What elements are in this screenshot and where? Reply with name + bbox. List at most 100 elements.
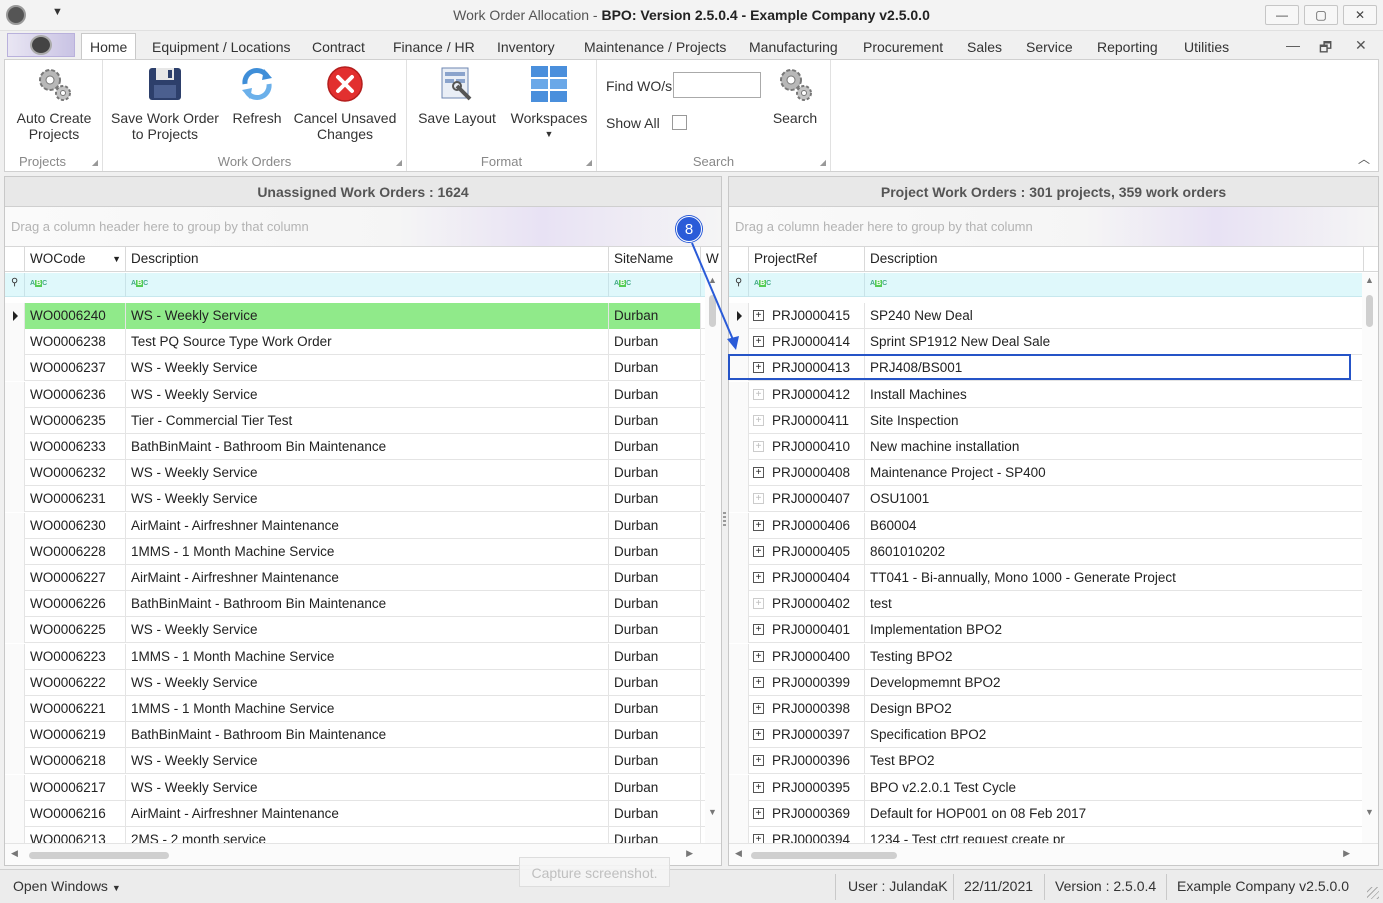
row-selector[interactable] <box>729 434 749 460</box>
expand-row-icon[interactable]: + <box>753 807 764 819</box>
table-row[interactable]: + PRJ0000397 Specification BPO2 <box>729 722 1378 749</box>
expand-row-icon[interactable]: + <box>753 624 764 636</box>
expand-row-icon[interactable]: + <box>753 729 764 741</box>
row-selector[interactable] <box>729 827 749 843</box>
expand-row-icon[interactable]: + <box>753 598 764 610</box>
table-row[interactable]: WO0006235 Tier - Commercial Tier Test Durb… <box>5 407 721 434</box>
scroll-left-arrow-icon[interactable]: ◀ <box>735 848 742 859</box>
maximize-button[interactable]: ▢ <box>1304 5 1338 25</box>
scroll-down-arrow-icon[interactable]: ▼ <box>708 807 717 817</box>
scroll-right-arrow-icon[interactable]: ▶ <box>1343 848 1350 859</box>
close-button[interactable]: ✕ <box>1343 5 1377 25</box>
expand-row-icon[interactable]: + <box>753 650 764 662</box>
table-row[interactable]: + PRJ0000400 Testing BPO2 <box>729 643 1378 670</box>
scroll-right-arrow-icon[interactable]: ▶ <box>686 848 693 859</box>
horizontal-scrollbar[interactable]: ◀ ▶ <box>729 843 1378 865</box>
table-row[interactable]: + PRJ0000412 Install Machines <box>729 381 1378 408</box>
row-selector[interactable] <box>729 591 749 618</box>
row-selector[interactable] <box>729 722 749 749</box>
table-row[interactable]: + PRJ0000406 B60004 <box>729 512 1378 539</box>
table-row[interactable]: + PRJ0000395 BPO v2.2.0.1 Test Cycle <box>729 774 1378 801</box>
expand-row-icon[interactable]: + <box>753 414 764 426</box>
table-row[interactable]: WO0006218 WS - Weekly Service Durban <box>5 748 721 775</box>
row-selector[interactable] <box>5 329 25 356</box>
expand-row-icon[interactable]: + <box>753 755 764 767</box>
column-header-projectref[interactable]: ProjectRef <box>749 247 865 272</box>
group-by-area[interactable]: Drag a column header here to group by th… <box>729 207 1378 247</box>
table-row[interactable]: + PRJ0000399 Developmemnt BPO2 <box>729 669 1378 696</box>
row-selector[interactable] <box>5 381 25 408</box>
table-row[interactable]: + PRJ0000411 Site Inspection <box>729 407 1378 434</box>
row-selector[interactable] <box>729 538 749 565</box>
vertical-scrollbar[interactable]: ▲ ▼ <box>705 273 721 843</box>
table-row[interactable]: + PRJ0000402 test <box>729 591 1378 618</box>
filter-cell-description[interactable]: ABC <box>126 273 609 297</box>
group-by-area[interactable]: Drag a column header here to group by th… <box>5 207 721 247</box>
row-selector[interactable] <box>729 643 749 670</box>
tab-finance-hr[interactable]: Finance / HR <box>393 39 475 55</box>
table-row[interactable]: WO0006216 AirMaint - Airfreshner Maintena… <box>5 800 721 827</box>
scroll-up-arrow-icon[interactable]: ▲ <box>708 275 717 285</box>
table-row[interactable]: WO0006228 1MMS - 1 Month Machine Service D… <box>5 538 721 565</box>
table-row[interactable]: + PRJ0000396 Test BPO2 <box>729 748 1378 775</box>
table-row[interactable]: WO0006231 WS - Weekly Service Durban <box>5 486 721 513</box>
table-row[interactable]: + PRJ0000410 New machine installation <box>729 434 1378 460</box>
row-selector[interactable] <box>5 512 25 539</box>
table-row[interactable]: + PRJ0000405 8601010202 <box>729 538 1378 565</box>
tab-contract[interactable]: Contract <box>312 39 365 55</box>
cancel-unsaved-changes-button[interactable]: Cancel Unsaved Changes <box>293 64 397 142</box>
dialog-launcher-icon[interactable]: ◢ <box>92 158 98 167</box>
table-row[interactable]: WO0006219 BathBinMaint - Bathroom Bin Mai… <box>5 722 721 749</box>
filter-cell-wocode[interactable]: ABC <box>25 273 126 297</box>
tab-service[interactable]: Service <box>1026 39 1073 55</box>
table-row[interactable]: WO0006227 AirMaint - Airfreshner Maintena… <box>5 565 721 591</box>
scroll-thumb[interactable] <box>751 852 897 859</box>
scroll-left-arrow-icon[interactable]: ◀ <box>11 848 18 859</box>
save-work-order-button[interactable]: Save Work Order to Projects <box>109 64 221 142</box>
row-selector[interactable] <box>729 774 749 801</box>
table-row[interactable]: WO0006217 WS - Weekly Service Durban <box>5 774 721 801</box>
table-row[interactable]: + PRJ0000408 Maintenance Project - SP400 <box>729 460 1378 487</box>
row-selector[interactable] <box>5 643 25 670</box>
filter-cell-projectref[interactable]: ABC <box>749 273 865 297</box>
tab-manufacturing[interactable]: Manufacturing <box>749 39 838 55</box>
row-selector[interactable] <box>729 669 749 696</box>
mdi-restore-button[interactable]: 🗗 <box>1319 37 1332 61</box>
row-selector[interactable] <box>5 355 25 382</box>
row-selector[interactable] <box>5 407 25 434</box>
row-selector[interactable] <box>5 617 25 644</box>
expand-row-icon[interactable]: + <box>753 545 764 557</box>
tab-home[interactable]: Home <box>81 33 137 60</box>
tab-sales[interactable]: Sales <box>967 39 1002 55</box>
table-row[interactable]: WO0006233 BathBinMaint - Bathroom Bin Mai… <box>5 434 721 460</box>
table-row[interactable]: + PRJ0000415 SP240 New Deal <box>729 303 1378 329</box>
file-menu-button[interactable] <box>7 33 75 57</box>
table-row[interactable]: + PRJ0000404 TT041 - Bi-annually, Mono 100… <box>729 565 1378 591</box>
expand-row-icon[interactable]: + <box>753 781 764 793</box>
vertical-scrollbar[interactable]: ▲ ▼ <box>1362 273 1378 843</box>
tab-reporting[interactable]: Reporting <box>1097 39 1158 55</box>
show-all-checkbox[interactable] <box>672 115 687 130</box>
row-selector[interactable] <box>5 434 25 460</box>
open-windows-button[interactable]: Open Windows ▼ <box>13 878 121 894</box>
scroll-up-arrow-icon[interactable]: ▲ <box>1365 275 1374 285</box>
expand-row-icon[interactable]: + <box>753 310 764 321</box>
filter-cell-description[interactable]: ABC <box>865 273 1364 297</box>
scroll-thumb[interactable] <box>29 852 169 859</box>
search-button[interactable]: Search <box>765 64 825 126</box>
column-header-wocode[interactable]: WOCode ▼ <box>25 247 126 272</box>
table-row[interactable]: WO0006230 AirMaint - Airfreshner Maintena… <box>5 512 721 539</box>
table-row[interactable]: + PRJ0000401 Implementation BPO2 <box>729 617 1378 644</box>
row-selector[interactable] <box>729 486 749 513</box>
table-row[interactable]: WO0006232 WS - Weekly Service Durban <box>5 460 721 487</box>
expand-row-icon[interactable]: + <box>753 676 764 688</box>
resize-grip-icon[interactable] <box>1367 887 1379 899</box>
row-selector[interactable] <box>729 460 749 487</box>
row-selector[interactable] <box>5 696 25 722</box>
workspaces-button[interactable]: Workspaces ▼ <box>507 64 591 142</box>
table-row[interactable]: WO0006213 2MS - 2 month service Durban <box>5 827 721 843</box>
tab-utilities[interactable]: Utilities <box>1184 39 1229 55</box>
dialog-launcher-icon[interactable]: ◢ <box>396 158 402 167</box>
expand-row-icon[interactable]: + <box>753 834 764 843</box>
expand-row-icon[interactable]: + <box>753 519 764 531</box>
